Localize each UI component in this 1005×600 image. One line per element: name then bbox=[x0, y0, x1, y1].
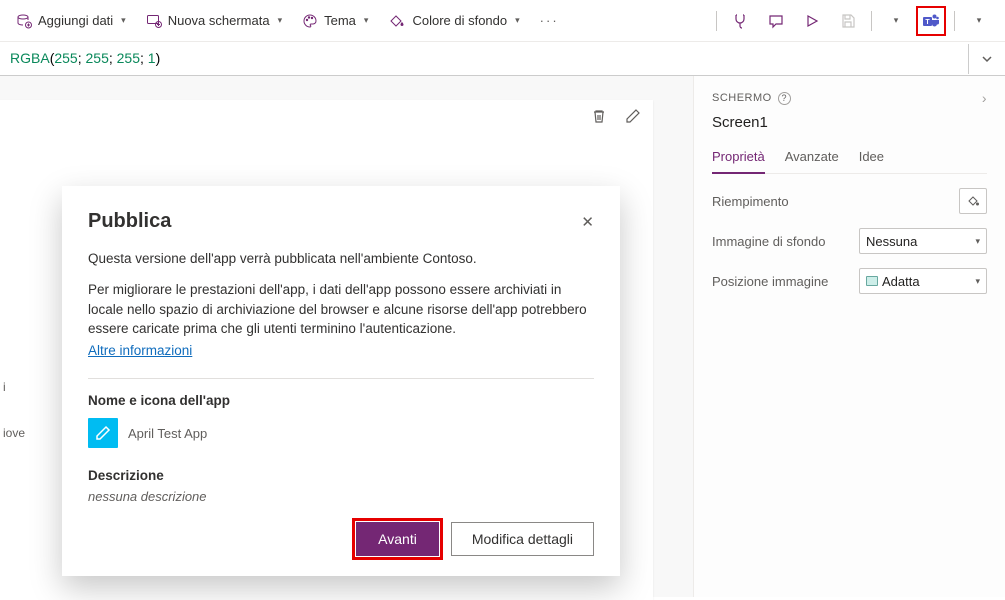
app-icon bbox=[88, 418, 118, 448]
bgimage-select[interactable]: Nessuna ▾ bbox=[859, 228, 987, 254]
expand-formula-icon[interactable] bbox=[969, 53, 1005, 65]
close-icon[interactable]: ✕ bbox=[581, 213, 594, 231]
toolbar-right: ▾ T ▾ bbox=[714, 6, 997, 36]
separator bbox=[716, 11, 717, 31]
top-toolbar: Aggiungi dati ▾ Nuova schermata ▾ Tema ▾… bbox=[0, 0, 1005, 42]
trash-icon[interactable] bbox=[591, 108, 607, 129]
dialog-subtitle: Questa versione dell'app verrà pubblicat… bbox=[88, 251, 594, 266]
play-icon[interactable] bbox=[797, 6, 827, 36]
more-info-link[interactable]: Altre informazioni bbox=[88, 341, 192, 361]
chevron-down-icon: ▾ bbox=[121, 15, 126, 26]
panel-tabs: Proprietà Avanzate Idee bbox=[712, 149, 987, 174]
panel-header-label: SCHERMO bbox=[712, 92, 772, 104]
data-icon bbox=[16, 13, 32, 29]
diagnostics-icon[interactable] bbox=[725, 6, 755, 36]
theme-label: Tema bbox=[324, 13, 356, 28]
chevron-down-icon: ▾ bbox=[278, 15, 283, 26]
edit-icon[interactable] bbox=[625, 108, 641, 129]
panel-header: SCHERMO ? › bbox=[712, 90, 987, 106]
fill-label: Riempimento bbox=[712, 194, 789, 209]
theme-button[interactable]: Tema ▾ bbox=[294, 9, 376, 33]
description-section-label: Descrizione bbox=[88, 468, 594, 483]
screen-icon bbox=[146, 13, 162, 29]
formula-fn: RGBA bbox=[10, 50, 50, 66]
image-icon bbox=[866, 276, 878, 286]
bgimage-label: Immagine di sfondo bbox=[712, 234, 825, 249]
tab-advanced[interactable]: Avanzate bbox=[785, 149, 839, 173]
toolbar-left: Aggiungi dati ▾ Nuova schermata ▾ Tema ▾… bbox=[8, 9, 567, 33]
add-data-button[interactable]: Aggiungi dati ▾ bbox=[8, 9, 134, 33]
svg-text:T: T bbox=[925, 19, 930, 26]
left-fragment: i iove bbox=[0, 364, 28, 456]
bg-color-label: Colore di sfondo bbox=[412, 13, 507, 28]
next-button[interactable]: Avanti bbox=[356, 522, 439, 556]
chevron-right-icon[interactable]: › bbox=[982, 90, 987, 106]
imgpos-select[interactable]: Adatta ▾ bbox=[859, 268, 987, 294]
edit-details-button[interactable]: Modifica dettagli bbox=[451, 522, 594, 556]
canvas-actions bbox=[591, 108, 641, 129]
chevron-down-icon: ▾ bbox=[975, 236, 980, 247]
description-value: nessuna descrizione bbox=[88, 489, 594, 504]
fill-picker[interactable] bbox=[959, 188, 987, 214]
imgpos-label: Posizione immagine bbox=[712, 274, 828, 289]
chevron-down-icon[interactable]: ▾ bbox=[963, 6, 993, 36]
save-icon[interactable] bbox=[833, 6, 863, 36]
bucket-icon bbox=[388, 14, 406, 28]
toolbar-overflow[interactable]: ··· bbox=[532, 9, 567, 32]
chevron-down-icon: ▾ bbox=[975, 276, 980, 287]
app-name: April Test App bbox=[128, 426, 207, 441]
separator bbox=[871, 11, 872, 31]
divider bbox=[88, 378, 594, 379]
formula-input[interactable]: RGBA(255; 255; 255; 1) bbox=[0, 44, 969, 74]
help-icon[interactable]: ? bbox=[778, 92, 791, 105]
dialog-buttons: Avanti Modifica dettagli bbox=[88, 522, 594, 556]
comment-icon[interactable] bbox=[761, 6, 791, 36]
separator bbox=[954, 11, 955, 31]
teams-icon[interactable]: T bbox=[916, 6, 946, 36]
tab-properties[interactable]: Proprietà bbox=[712, 149, 765, 174]
properties-panel: SCHERMO ? › Screen1 Proprietà Avanzate I… bbox=[693, 76, 1005, 597]
chevron-down-icon: ▾ bbox=[364, 15, 369, 26]
chevron-down-icon: ▾ bbox=[515, 15, 520, 26]
palette-icon bbox=[302, 13, 318, 29]
screen-name: Screen1 bbox=[712, 114, 987, 131]
chevron-down-icon[interactable]: ▾ bbox=[880, 6, 910, 36]
tab-ideas[interactable]: Idee bbox=[859, 149, 884, 173]
dialog-title: Pubblica bbox=[88, 210, 171, 233]
dialog-body: Per migliorare le prestazioni dell'app, … bbox=[88, 280, 588, 360]
new-screen-button[interactable]: Nuova schermata ▾ bbox=[138, 9, 290, 33]
formula-bar: RGBA(255; 255; 255; 1) bbox=[0, 42, 1005, 76]
new-screen-label: Nuova schermata bbox=[168, 13, 270, 28]
app-identity: April Test App bbox=[88, 418, 594, 448]
add-data-label: Aggiungi dati bbox=[38, 13, 113, 28]
bg-color-button[interactable]: Colore di sfondo ▾ bbox=[380, 9, 527, 32]
publish-dialog: Pubblica ✕ Questa versione dell'app verr… bbox=[62, 186, 620, 576]
app-name-section-label: Nome e icona dell'app bbox=[88, 393, 594, 408]
